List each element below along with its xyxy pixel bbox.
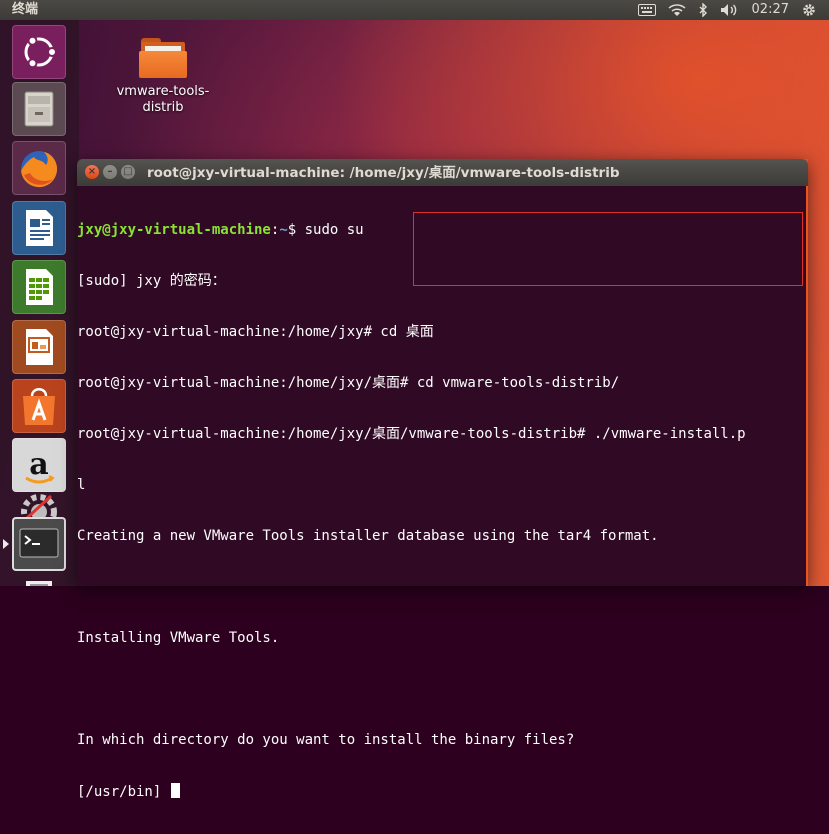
removable-drive-button[interactable] (12, 576, 66, 586)
firefox-icon (21, 151, 58, 188)
writer-button[interactable] (12, 201, 66, 255)
files-button[interactable] (12, 82, 66, 136)
text-cursor (170, 783, 180, 798)
terminal-icon (19, 528, 59, 558)
terminal-line: Installing VMware Tools. (77, 630, 280, 646)
impress-button[interactable] (12, 320, 66, 374)
terminal-line: Creating a new VMware Tools installer da… (77, 528, 659, 544)
terminal-line: root@jxy-virtual-machine:/home/jxy# cd 桌… (77, 324, 434, 340)
software-center-icon (23, 388, 55, 425)
folder-icon (139, 38, 187, 78)
terminal-line: l (77, 477, 86, 493)
minimize-button[interactable]: – (103, 165, 117, 179)
terminal-line: root@jxy-virtual-machine:/home/jxy/桌面# c… (77, 375, 620, 391)
terminal-button[interactable] (12, 517, 66, 571)
amazon-button[interactable]: a (12, 438, 66, 492)
bluetooth-icon[interactable] (698, 3, 708, 17)
desktop-folder-vmware-tools-distrib[interactable]: vmware-tools-distrib (108, 38, 218, 116)
terminal-prompt: [/usr/bin] (77, 784, 170, 800)
launcher: a (0, 20, 79, 586)
svg-text:a: a (29, 447, 48, 482)
removable-drive-icon (26, 581, 52, 586)
terminal-output[interactable]: jxy@jxy-virtual-machine:~$ sudo su [sudo… (77, 186, 808, 800)
running-indicator (3, 539, 9, 549)
window-title: root@jxy-virtual-machine: /home/jxy/桌面/v… (147, 165, 620, 181)
firefox-button[interactable] (12, 141, 66, 195)
settings-icon (21, 494, 57, 518)
dash-button[interactable] (12, 25, 66, 79)
wifi-icon[interactable] (668, 3, 686, 17)
highlight-box (413, 212, 803, 286)
active-app-title: 终端 (12, 2, 39, 17)
software-button[interactable] (12, 379, 66, 433)
terminal-prompt-line: [/usr/bin] (77, 783, 746, 800)
writer-icon (26, 210, 53, 246)
maximize-button[interactable]: □ (121, 165, 135, 179)
title-bar[interactable]: × – □ root@jxy-virtual-machine: /home/jx… (77, 159, 808, 186)
system-settings-button[interactable] (12, 494, 66, 518)
clock[interactable]: 02:27 (752, 0, 789, 20)
gear-icon[interactable] (801, 2, 817, 18)
keyboard-icon[interactable] (637, 4, 656, 16)
volume-icon[interactable] (720, 3, 740, 17)
amazon-icon: a (25, 447, 55, 484)
terminal-line: root@jxy-virtual-machine:/home/jxy/桌面/vm… (77, 426, 746, 442)
close-button[interactable]: × (85, 165, 99, 179)
top-panel: 终端 02:27 (0, 0, 829, 20)
ubuntu-logo-icon (24, 35, 57, 69)
calc-icon (26, 269, 53, 305)
window-border (806, 186, 808, 586)
files-icon (24, 91, 54, 127)
desktop-icon-label: vmware-tools-distrib (116, 84, 210, 115)
calc-button[interactable] (12, 260, 66, 314)
terminal-window[interactable]: × – □ root@jxy-virtual-machine: /home/jx… (77, 159, 808, 800)
terminal-line: In which directory do you want to instal… (77, 732, 575, 748)
impress-icon (26, 329, 53, 365)
system-tray: 02:27 (637, 0, 829, 20)
